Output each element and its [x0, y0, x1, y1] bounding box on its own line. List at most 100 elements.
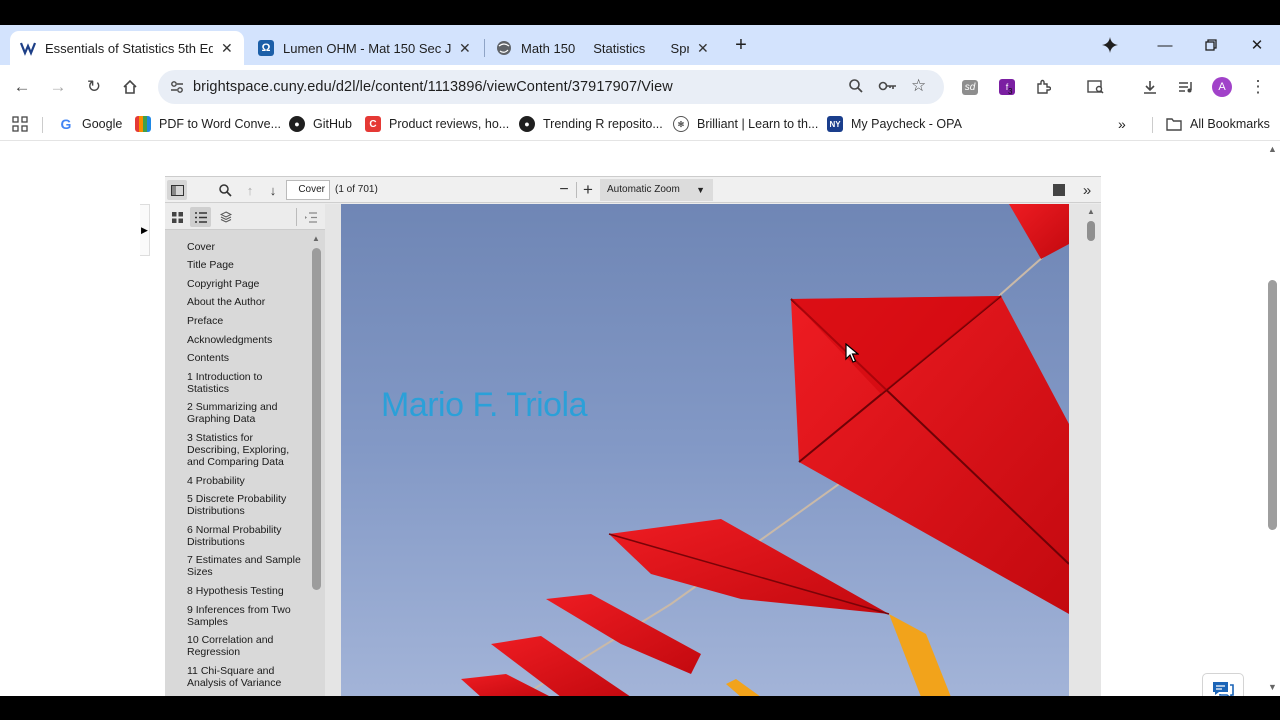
tab-essentials-of-statistics[interactable]: Essentials of Statistics 5th Editio ✕	[10, 31, 244, 65]
outline-item[interactable]: 9 Inferences from Two Samples	[187, 604, 305, 628]
bookmark-brilliant[interactable]: ✻ Brilliant | Learn to th...	[673, 116, 818, 132]
extension-badge: 3	[1008, 87, 1013, 96]
bookmark-github[interactable]: ● GitHub	[289, 116, 352, 132]
outline-item[interactable]: 3 Statistics for Describing, Exploring, …	[187, 432, 305, 468]
nyc-icon: NY	[827, 116, 843, 132]
close-icon[interactable]: ✕	[221, 40, 233, 57]
close-icon[interactable]: ✕	[697, 40, 709, 57]
outline-item[interactable]: 8 Hypothesis Testing	[187, 585, 305, 597]
outline-item[interactable]: Contents	[187, 352, 305, 364]
more-bookmarks-chevron-icon[interactable]: »	[1118, 116, 1126, 132]
bookmarks-divider	[1152, 117, 1153, 133]
bookmark-pdf-to-word[interactable]: PDF to Word Conve...	[135, 116, 281, 132]
layers-view-icon[interactable]	[215, 207, 236, 227]
bookmark-label: My Paycheck - OPA	[851, 117, 962, 131]
next-page-icon[interactable]: ↓	[263, 180, 283, 200]
bookmark-google[interactable]: G Google	[58, 116, 123, 132]
pdf-page-area: Mario F. Triola	[325, 204, 1101, 696]
outline-item[interactable]: 1 Introduction to Statistics	[187, 371, 305, 395]
extensions-puzzle-icon[interactable]	[1031, 75, 1055, 99]
outline-item[interactable]: Preface	[187, 315, 305, 327]
page-count: (1 of 701)	[335, 184, 378, 195]
outline-item[interactable]: 4 Probability	[187, 475, 305, 487]
new-tab-button[interactable]: +	[726, 33, 756, 57]
sd-extension-icon[interactable]: sd	[958, 75, 982, 99]
chat-button[interactable]	[1202, 673, 1244, 696]
mouse-cursor-icon	[845, 342, 860, 368]
sidebar-scrollbar-thumb[interactable]	[312, 248, 321, 590]
all-bookmarks[interactable]: All Bookmarks	[1166, 116, 1270, 132]
outline-item[interactable]: Cover	[187, 241, 305, 253]
pdf-toolbar: ↑ ↓ Cover (1 of 701) − + Automatic Zoom …	[165, 177, 1101, 203]
bookmark-trending-r[interactable]: ● Trending R reposito...	[519, 116, 663, 132]
home-icon[interactable]	[118, 75, 142, 99]
tab-lumen-ohm[interactable]: Ω Lumen OHM - Mat 150 Sec J05 ✕	[248, 31, 482, 65]
bookmark-my-paycheck[interactable]: NY My Paycheck - OPA	[827, 116, 962, 132]
github-icon: ●	[289, 116, 305, 132]
outline-item[interactable]: Acknowledgments	[187, 334, 305, 346]
close-window-button[interactable]: ✕	[1242, 33, 1272, 57]
zoom-in-icon[interactable]: +	[578, 180, 598, 200]
scroll-up-arrow-icon[interactable]: ▲	[1268, 144, 1277, 154]
outline-item[interactable]: 7 Estimates and Sample Sizes	[187, 554, 305, 578]
page-scrollbar-thumb[interactable]	[1268, 280, 1277, 530]
sidebar-divider	[296, 208, 297, 226]
cover-author-name: Mario F. Triola	[381, 386, 588, 424]
profile-avatar[interactable]: A	[1210, 75, 1234, 99]
presentation-mode-icon[interactable]	[1049, 180, 1069, 200]
tab-search-icon[interactable]	[1084, 75, 1108, 99]
current-outline-item-icon[interactable]	[300, 207, 321, 227]
github-icon: ●	[519, 116, 535, 132]
download-icon[interactable]	[1138, 75, 1162, 99]
forward-icon[interactable]: →	[46, 75, 70, 99]
outline-item[interactable]: 11 Chi-Square and Analysis of Variance	[187, 665, 305, 689]
tools-chevron-icon[interactable]: »	[1077, 180, 1097, 200]
product-reviews-icon: C	[365, 116, 381, 132]
scroll-up-arrow-icon[interactable]: ▲	[312, 234, 320, 243]
outline-item[interactable]: 6 Normal Probability Distributions	[187, 524, 305, 548]
zoom-out-icon[interactable]: −	[554, 180, 574, 200]
previous-page-icon[interactable]: ↑	[240, 180, 260, 200]
viewer-scrollbar-thumb[interactable]	[1087, 221, 1095, 241]
tab-math-150[interactable]: Math 150 Statistics Spri ✕	[486, 31, 720, 65]
address-bar[interactable]: brightspace.cuny.edu/d2l/le/content/1113…	[158, 70, 944, 104]
viewer-scroll-up-arrow-icon[interactable]: ▲	[1087, 207, 1095, 216]
bookmark-product-reviews[interactable]: C Product reviews, ho...	[365, 116, 509, 132]
bookmark-label: GitHub	[313, 117, 352, 131]
back-icon[interactable]: ←	[10, 75, 34, 99]
pdf-grid-icon	[135, 116, 151, 132]
key-icon[interactable]	[878, 78, 898, 99]
apps-grid-icon[interactable]	[12, 116, 28, 132]
minimize-button[interactable]: —	[1150, 33, 1180, 57]
outline-item[interactable]: About the Author	[187, 296, 305, 308]
site-settings-icon[interactable]	[169, 79, 185, 100]
tab-title: Lumen OHM - Mat 150 Sec J05	[283, 40, 451, 56]
page-scrollbar[interactable]: ▲ ▼	[1266, 142, 1280, 696]
scroll-down-arrow-icon[interactable]: ▼	[1268, 682, 1277, 692]
media-controls-icon[interactable]	[1174, 75, 1198, 99]
zoom-icon[interactable]	[848, 78, 864, 99]
outline-item[interactable]: 5 Discrete Probability Distributions	[187, 493, 305, 517]
gemini-sparkle-icon[interactable]	[1095, 33, 1125, 57]
outline-item[interactable]: 10 Correlation and Regression	[187, 634, 305, 658]
toggle-sidebar-icon[interactable]	[167, 180, 187, 200]
reload-icon[interactable]: ↻	[82, 75, 106, 99]
outline-item[interactable]: 2 Summarizing and Graphing Data	[187, 401, 305, 425]
close-icon[interactable]: ✕	[459, 40, 471, 57]
find-search-icon[interactable]	[215, 180, 235, 200]
bookmark-star-icon[interactable]: ☆	[911, 76, 926, 96]
outline-item[interactable]: Copyright Page	[187, 278, 305, 290]
zoom-select[interactable]: Automatic Zoom ▼	[600, 179, 713, 201]
purple-extension-icon[interactable]: f 3	[995, 75, 1019, 99]
book-cover-page: Mario F. Triola	[341, 204, 1069, 696]
outline-item[interactable]: APPENDIX A: Tables	[187, 695, 305, 696]
menu-kebab-icon[interactable]: ⋮	[1246, 75, 1270, 99]
restore-button[interactable]	[1196, 33, 1226, 57]
expand-panel-toggle[interactable]: ▶	[140, 204, 150, 256]
outline-item[interactable]: Title Page	[187, 259, 305, 271]
thumbnails-view-icon[interactable]	[167, 207, 188, 227]
outline-view-icon[interactable]	[190, 207, 211, 227]
tab-title: Math 150 Statistics Spri	[521, 40, 689, 56]
page-number-input[interactable]: Cover	[286, 180, 330, 200]
bookmark-label: All Bookmarks	[1190, 117, 1270, 131]
